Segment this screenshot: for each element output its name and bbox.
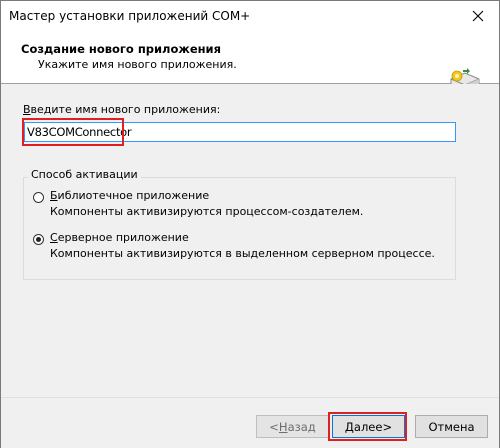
close-icon [472, 10, 484, 22]
input-highlight [22, 118, 124, 146]
server-app-radio[interactable] [33, 234, 44, 245]
cancel-button[interactable]: Отмена [415, 415, 488, 438]
server-app-label[interactable]: Серверное приложение [50, 231, 189, 244]
wizard-content: Введите имя нового приложения: V83COMCon… [1, 84, 499, 397]
back-button[interactable]: < Назад [256, 415, 329, 438]
title-bar: Мастер установки приложений COM+ [1, 1, 499, 31]
wizard-window: Мастер установки приложений COM+ Создани… [0, 0, 500, 448]
app-name-label: Введите имя нового приложения: [23, 103, 221, 116]
library-app-description: Компоненты активизируются процессом-созд… [50, 205, 364, 218]
server-app-description: Компоненты активизируются в выделенном с… [50, 247, 435, 260]
page-title: Создание нового приложения [21, 42, 222, 56]
library-app-label[interactable]: Библиотечное приложение [50, 189, 209, 202]
radio-selected-dot [36, 237, 41, 242]
close-button[interactable] [457, 1, 499, 31]
next-button-highlight [328, 412, 407, 441]
wizard-footer: < Назад Далее > Отмена [1, 397, 499, 448]
library-app-radio[interactable] [33, 192, 44, 203]
wizard-header: Создание нового приложения Укажите имя н… [1, 31, 499, 108]
window-title: Мастер установки приложений COM+ [9, 9, 251, 23]
activation-group-label: Способ активации [28, 168, 141, 181]
page-subtitle: Укажите имя нового приложения. [38, 58, 237, 71]
